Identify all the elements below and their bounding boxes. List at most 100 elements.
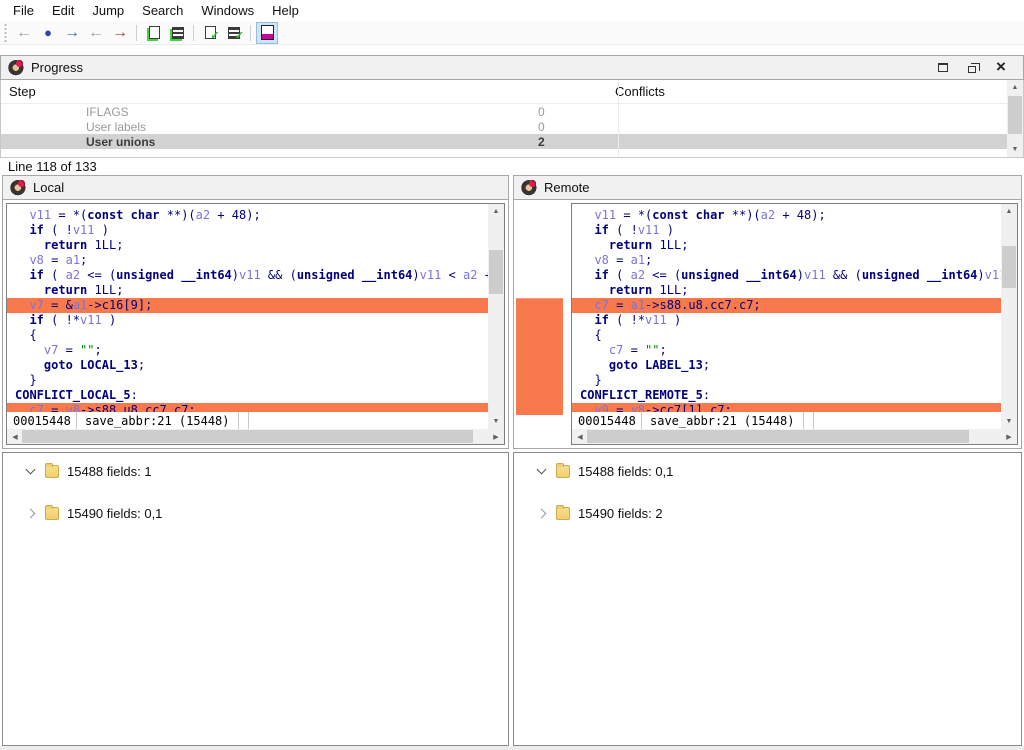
progress-row[interactable]: User unions2	[1, 134, 1023, 149]
menu-item-jump[interactable]: Jump	[83, 1, 133, 20]
toolbar-button-merge-view[interactable]	[256, 22, 278, 44]
scrollbar-thumb[interactable]	[1002, 246, 1016, 288]
conflict-code-line[interactable]: c7 = v8->s88.u8.cc7.c7;	[7, 403, 488, 412]
scroll-left-icon[interactable]: ◀	[7, 429, 23, 444]
float-icon	[968, 66, 976, 73]
code-line[interactable]: }	[7, 373, 488, 388]
scrollbar-thumb[interactable]	[1008, 96, 1022, 134]
toolbar-button-jump-document[interactable]	[142, 22, 164, 44]
ida-icon	[7, 60, 24, 76]
remote-code-box: v11 = *(const char **)(a2 + 48); if ( !v…	[571, 203, 1018, 445]
tree-item[interactable]: 15490 fields: 0,1	[3, 501, 508, 525]
code-line[interactable]: {	[7, 328, 488, 343]
code-line[interactable]: CONFLICT_LOCAL_5:	[7, 388, 488, 403]
local-titlebar[interactable]: Local	[2, 175, 509, 200]
code-line[interactable]: v8 = a1;	[7, 253, 488, 268]
code-line[interactable]: v8 = a1;	[572, 253, 1001, 268]
local-tree-pane: 15488 fields: 1 15490 fields: 0,1	[2, 452, 509, 746]
chevron-down-icon[interactable]	[26, 465, 36, 475]
scrollbar-thumb[interactable]	[587, 430, 969, 443]
code-line[interactable]: CONFLICT_REMOTE_5:	[572, 388, 1001, 403]
code-line[interactable]: v11 = *(const char **)(a2 + 48);	[7, 208, 488, 223]
scrollbar-thumb[interactable]	[489, 250, 503, 294]
code-line[interactable]: if ( !v11 )	[572, 223, 1001, 238]
chevron-right-icon[interactable]	[537, 508, 547, 518]
chevron-right-icon[interactable]	[26, 508, 36, 518]
code-line[interactable]: c7 = "";	[572, 343, 1001, 358]
status-pad	[804, 412, 814, 429]
conflict-range-marker[interactable]	[516, 298, 563, 415]
conflict-code-line[interactable]: v7 = &a1->c16[9];	[7, 298, 488, 313]
menu-item-windows[interactable]: Windows	[192, 1, 263, 20]
code-line[interactable]: if ( a2 <= (unsigned __int64)v11 && (uns…	[7, 268, 488, 283]
scroll-down-icon[interactable]: ▼	[1007, 142, 1023, 157]
toolbar-button-prev-diff[interactable]	[85, 22, 107, 44]
code-line[interactable]: if ( !v11 )	[7, 223, 488, 238]
menu-item-help[interactable]: Help	[263, 1, 308, 20]
close-button[interactable]	[993, 60, 1009, 76]
toolbar-button-accept-document[interactable]	[199, 22, 221, 44]
tree-item[interactable]: 15490 fields: 2	[514, 501, 1021, 525]
step-cell: User unions	[1, 135, 533, 149]
menu-item-search[interactable]: Search	[133, 1, 192, 20]
progress-titlebar[interactable]: Progress	[0, 55, 1024, 80]
column-header-step[interactable]: Step	[1, 84, 610, 99]
code-line[interactable]: return 1LL;	[572, 238, 1001, 253]
scroll-right-icon[interactable]: ▶	[1001, 429, 1017, 444]
toolbar-button-nav-back[interactable]	[13, 22, 35, 44]
toolbar	[0, 21, 1024, 45]
scroll-up-icon[interactable]: ▲	[1007, 80, 1023, 95]
code-line[interactable]: return 1LL;	[7, 238, 488, 253]
tree-item[interactable]: 15488 fields: 1	[3, 459, 508, 483]
toolbar-button-stop[interactable]	[37, 22, 59, 44]
float-button[interactable]	[964, 60, 980, 76]
scroll-down-icon[interactable]: ▼	[1001, 414, 1017, 429]
code-line[interactable]: v7 = "";	[7, 343, 488, 358]
maximize-button[interactable]	[935, 60, 951, 76]
toolbar-button-nav-forward[interactable]	[61, 22, 83, 44]
code-line[interactable]: if ( !*v11 )	[572, 313, 1001, 328]
local-hscrollbar[interactable]: ◀ ▶	[7, 429, 504, 444]
scroll-left-icon[interactable]: ◀	[572, 429, 588, 444]
nav-back-icon	[16, 25, 32, 41]
scrollbar-thumb[interactable]	[22, 430, 473, 443]
code-line[interactable]: v11 = *(const char **)(a2 + 48);	[572, 208, 1001, 223]
toolbar-grip[interactable]	[2, 24, 8, 42]
step-cell: User labels	[1, 120, 533, 134]
toolbar-button-jump-list[interactable]	[166, 22, 188, 44]
menu-item-edit[interactable]: Edit	[43, 1, 83, 20]
code-line[interactable]: goto LABEL_13;	[572, 358, 1001, 373]
code-line[interactable]: return 1LL;	[572, 283, 1001, 298]
table-scrollbar[interactable]: ▲ ▼	[1007, 80, 1023, 157]
code-line[interactable]: {	[572, 328, 1001, 343]
local-code-area[interactable]: v11 = *(const char **)(a2 + 48); if ( !v…	[7, 204, 488, 412]
remote-hscrollbar[interactable]: ◀ ▶	[572, 429, 1017, 444]
code-line[interactable]: if ( !*v11 )	[7, 313, 488, 328]
scroll-down-icon[interactable]: ▼	[488, 414, 504, 429]
nav-forward-icon	[64, 25, 80, 41]
scroll-up-icon[interactable]: ▲	[1001, 204, 1017, 219]
bottom-strip	[0, 746, 1024, 750]
chevron-down-icon[interactable]	[537, 465, 547, 475]
scroll-right-icon[interactable]: ▶	[488, 429, 504, 444]
remote-code-area[interactable]: v11 = *(const char **)(a2 + 48); if ( !v…	[572, 204, 1001, 412]
conflict-code-line[interactable]: v9 = v8->cc7[1].c7;	[572, 403, 1001, 412]
progress-row[interactable]: IFLAGS0	[1, 104, 1023, 119]
progress-row[interactable]: User labels0	[1, 119, 1023, 134]
menu-item-file[interactable]: File	[4, 1, 43, 20]
code-line[interactable]: return 1LL;	[7, 283, 488, 298]
local-vscrollbar[interactable]: ▲ ▼	[488, 204, 504, 429]
code-line[interactable]: goto LOCAL_13;	[7, 358, 488, 373]
tree-item-label: 15490 fields: 0,1	[67, 506, 162, 521]
code-line[interactable]: if ( a2 <= (unsigned __int64)v11 && (uns…	[572, 268, 1001, 283]
remote-titlebar[interactable]: Remote	[513, 175, 1022, 200]
status-location: save_abbr:21 (15448)	[642, 412, 804, 429]
toolbar-button-next-diff[interactable]	[109, 22, 131, 44]
tree-item[interactable]: 15488 fields: 0,1	[514, 459, 1021, 483]
toolbar-button-accept-list[interactable]	[223, 22, 245, 44]
remote-vscrollbar[interactable]: ▲ ▼	[1001, 204, 1017, 429]
scroll-up-icon[interactable]: ▲	[488, 204, 504, 219]
code-line[interactable]: }	[572, 373, 1001, 388]
conflict-code-line[interactable]: c7 = a1->s88.u8.cc7.c7;	[572, 298, 1001, 313]
toolbar-separator	[193, 25, 194, 41]
